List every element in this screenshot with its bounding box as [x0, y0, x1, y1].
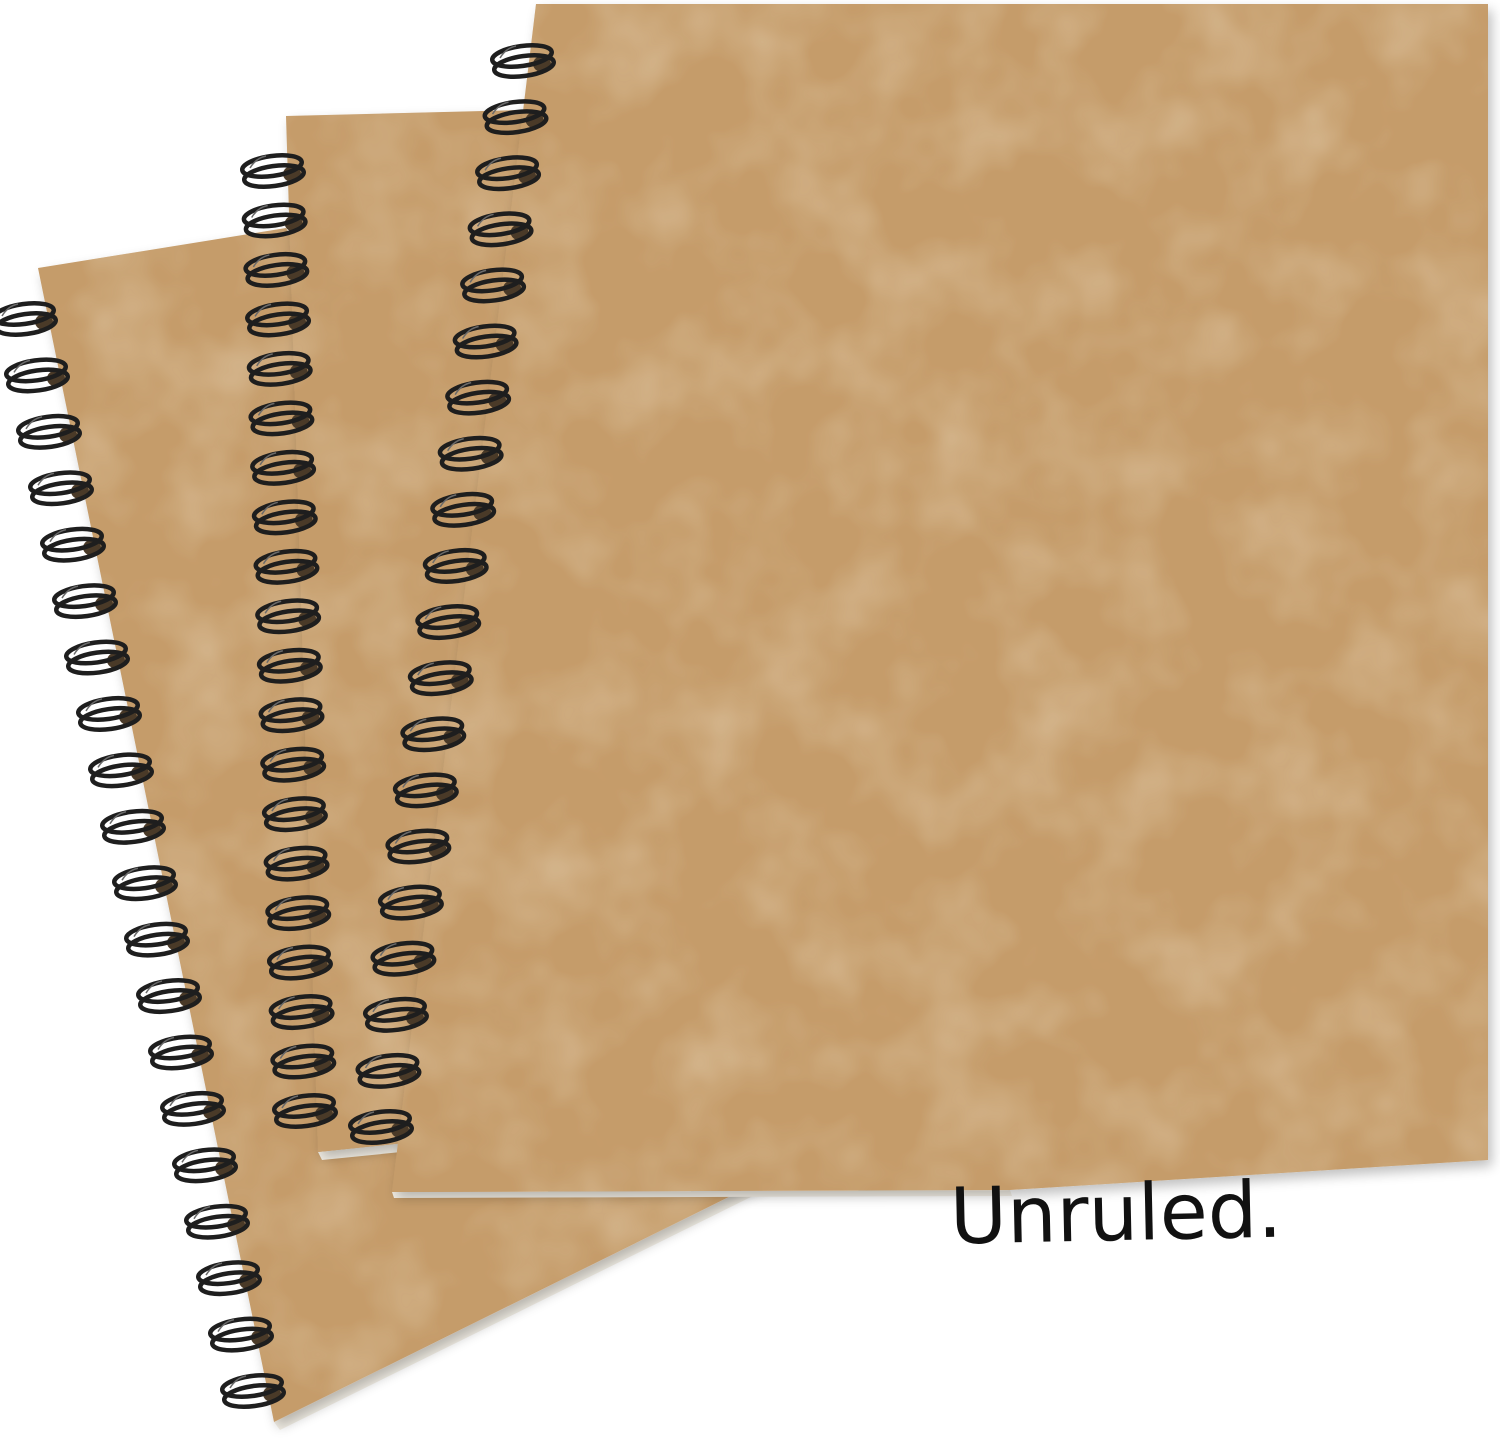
spiral-coil [76, 695, 142, 732]
spiral-coil [40, 526, 106, 563]
spiral-coil [52, 583, 118, 620]
spiral-coil [16, 413, 82, 450]
spiral-coil [4, 357, 70, 394]
spiral-coil [28, 470, 94, 507]
product-photo-scene: Unruled. [0, 4, 1488, 1430]
kraft-texture [392, 4, 1488, 1192]
spiral-coil [64, 639, 130, 676]
spiral-coil [0, 301, 58, 337]
notebook-front [348, 4, 1488, 1198]
cover-title-unruled: Unruled. [949, 1166, 1283, 1263]
